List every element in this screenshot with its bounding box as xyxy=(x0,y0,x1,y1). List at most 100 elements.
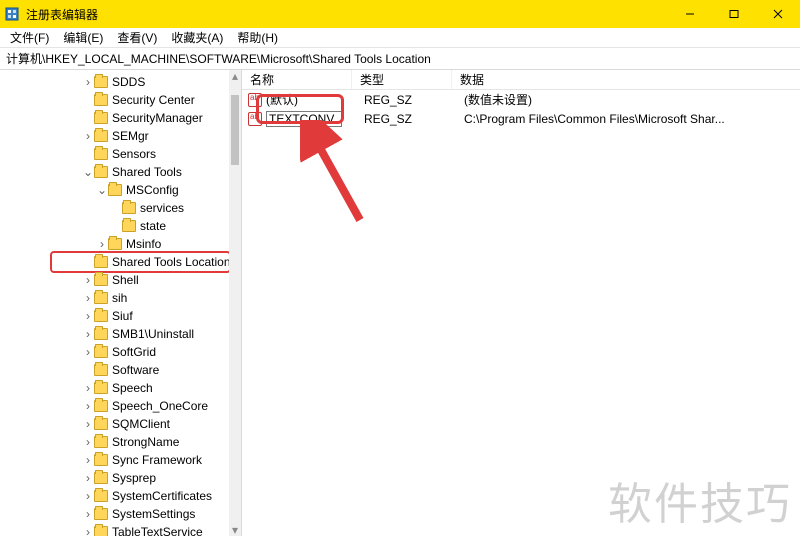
folder-icon xyxy=(94,274,108,286)
tree-item-label: SMB1\Uninstall xyxy=(112,327,194,341)
value-name[interactable] xyxy=(266,111,356,127)
folder-icon xyxy=(94,166,108,178)
col-name[interactable]: 名称 xyxy=(242,70,352,89)
tree-item[interactable]: › SQMClient xyxy=(0,415,231,433)
menu-favorites[interactable]: 收藏夹(A) xyxy=(165,27,229,48)
folder-icon xyxy=(122,220,136,232)
tree-item[interactable]: ⌄ MSConfig xyxy=(0,181,231,199)
tree-item[interactable]: › SystemSettings xyxy=(0,505,231,523)
chevron-right-icon[interactable]: › xyxy=(82,328,94,340)
chevron-right-icon[interactable]: › xyxy=(82,274,94,286)
tree-item[interactable]: ›services xyxy=(0,199,231,217)
reg-string-icon xyxy=(248,112,262,126)
tree-item[interactable]: ›SoftGrid xyxy=(0,343,231,361)
chevron-right-icon[interactable]: › xyxy=(82,310,94,322)
tree-item[interactable]: ›Speech xyxy=(0,379,231,397)
address-text: 计算机\HKEY_LOCAL_MACHINE\SOFTWARE\Microsof… xyxy=(6,50,431,67)
tree-item[interactable]: › TableTextService xyxy=(0,523,231,536)
tree-item[interactable]: ›Security Center xyxy=(0,91,231,109)
folder-icon xyxy=(94,508,108,520)
tree-item-label: Sync Framework xyxy=(112,453,202,467)
folder-icon xyxy=(108,184,122,196)
chevron-right-icon[interactable]: › xyxy=(82,76,94,88)
tree-item[interactable]: ›StrongName xyxy=(0,433,231,451)
value-name-editbox[interactable] xyxy=(266,111,342,127)
scroll-down-icon[interactable]: ▾ xyxy=(229,524,241,536)
tree-item[interactable]: ›SecurityManager xyxy=(0,109,231,127)
chevron-right-icon[interactable]: › xyxy=(82,292,94,304)
tree-item[interactable]: ⌄Shared Tools xyxy=(0,163,231,181)
chevron-right-icon[interactable]: › xyxy=(82,382,94,394)
tree-item[interactable]: › Msinfo xyxy=(0,235,231,253)
minimize-button[interactable] xyxy=(668,0,712,28)
chevron-right-icon[interactable]: › xyxy=(96,238,108,250)
tree-item-label: TableTextService xyxy=(112,525,203,536)
maximize-button[interactable] xyxy=(712,0,756,28)
chevron-right-icon[interactable]: › xyxy=(82,454,94,466)
chevron-down-icon[interactable]: ⌄ xyxy=(82,166,94,178)
chevron-right-icon[interactable]: › xyxy=(82,472,94,484)
folder-icon xyxy=(94,148,108,160)
chevron-right-icon[interactable]: › xyxy=(82,436,94,448)
chevron-right-icon[interactable]: › xyxy=(82,526,94,536)
tree-item[interactable]: › SMB1\Uninstall xyxy=(0,325,231,343)
value-row[interactable]: REG_SZC:\Program Files\Common Files\Micr… xyxy=(242,109,800,128)
tree-item[interactable]: ›Siuf xyxy=(0,307,231,325)
folder-icon xyxy=(94,400,108,412)
chevron-right-icon[interactable]: › xyxy=(82,400,94,412)
tree-item[interactable]: ›SEMgr xyxy=(0,127,231,145)
tree-item[interactable]: ›Shell xyxy=(0,271,231,289)
tree-item-label: SystemCertificates xyxy=(112,489,212,503)
folder-icon xyxy=(94,454,108,466)
tree-item-label: MSConfig xyxy=(126,183,179,197)
value-name-input[interactable] xyxy=(269,112,339,126)
chevron-down-icon[interactable]: ⌄ xyxy=(96,184,108,196)
folder-icon xyxy=(94,256,108,268)
folder-icon xyxy=(94,472,108,484)
value-type: REG_SZ xyxy=(356,112,456,126)
tree-item[interactable]: › Sysprep xyxy=(0,469,231,487)
chevron-right-icon[interactable]: › xyxy=(82,130,94,142)
menu-file[interactable]: 文件(F) xyxy=(4,27,55,48)
chevron-right-icon[interactable]: › xyxy=(82,508,94,520)
col-type[interactable]: 类型 xyxy=(352,70,452,89)
value-name: (默认) xyxy=(266,91,356,108)
chevron-right-icon[interactable]: › xyxy=(82,418,94,430)
folder-icon xyxy=(94,418,108,430)
close-button[interactable] xyxy=(756,0,800,28)
tree-scrollbar[interactable]: ▴ ▾ xyxy=(229,70,241,536)
value-type: REG_SZ xyxy=(356,93,456,107)
scroll-up-icon[interactable]: ▴ xyxy=(229,70,241,82)
tree-item-label: sih xyxy=(112,291,127,305)
chevron-right-icon[interactable]: › xyxy=(82,490,94,502)
tree-item-label: SQMClient xyxy=(112,417,170,431)
address-bar[interactable]: 计算机\HKEY_LOCAL_MACHINE\SOFTWARE\Microsof… xyxy=(0,48,800,70)
col-data[interactable]: 数据 xyxy=(452,70,800,89)
tree-item[interactable]: › SDDS xyxy=(0,73,231,91)
value-row[interactable]: (默认)REG_SZ(数值未设置) xyxy=(242,90,800,109)
scroll-thumb[interactable] xyxy=(231,95,239,165)
tree-item-label: Software xyxy=(112,363,159,377)
tree-item[interactable]: ›state xyxy=(0,217,231,235)
tree-item[interactable]: ›Sensors xyxy=(0,145,231,163)
tree-item-label: Msinfo xyxy=(126,237,161,251)
folder-icon xyxy=(94,310,108,322)
chevron-right-icon[interactable]: › xyxy=(82,346,94,358)
tree-item[interactable]: › sih xyxy=(0,289,231,307)
menu-edit[interactable]: 编辑(E) xyxy=(57,27,109,48)
tree-item[interactable]: ›Software xyxy=(0,361,231,379)
menu-view[interactable]: 查看(V) xyxy=(111,27,163,48)
tree-item-label: SystemSettings xyxy=(112,507,195,521)
menu-help[interactable]: 帮助(H) xyxy=(231,27,284,48)
menubar: 文件(F) 编辑(E) 查看(V) 收藏夹(A) 帮助(H) xyxy=(0,28,800,48)
tree-item[interactable]: ›Speech_OneCore xyxy=(0,397,231,415)
tree-item[interactable]: ›Shared Tools Location xyxy=(0,253,231,271)
tree-item-label: Sensors xyxy=(112,147,156,161)
tree-item-label: SDDS xyxy=(112,75,145,89)
tree-item[interactable]: › Sync Framework xyxy=(0,451,231,469)
folder-icon xyxy=(108,238,122,250)
window-title: 注册表编辑器 xyxy=(26,6,98,23)
tree-item-label: Security Center xyxy=(112,93,195,107)
tree-item[interactable]: › SystemCertificates xyxy=(0,487,231,505)
tree-item-label: Sysprep xyxy=(112,471,156,485)
